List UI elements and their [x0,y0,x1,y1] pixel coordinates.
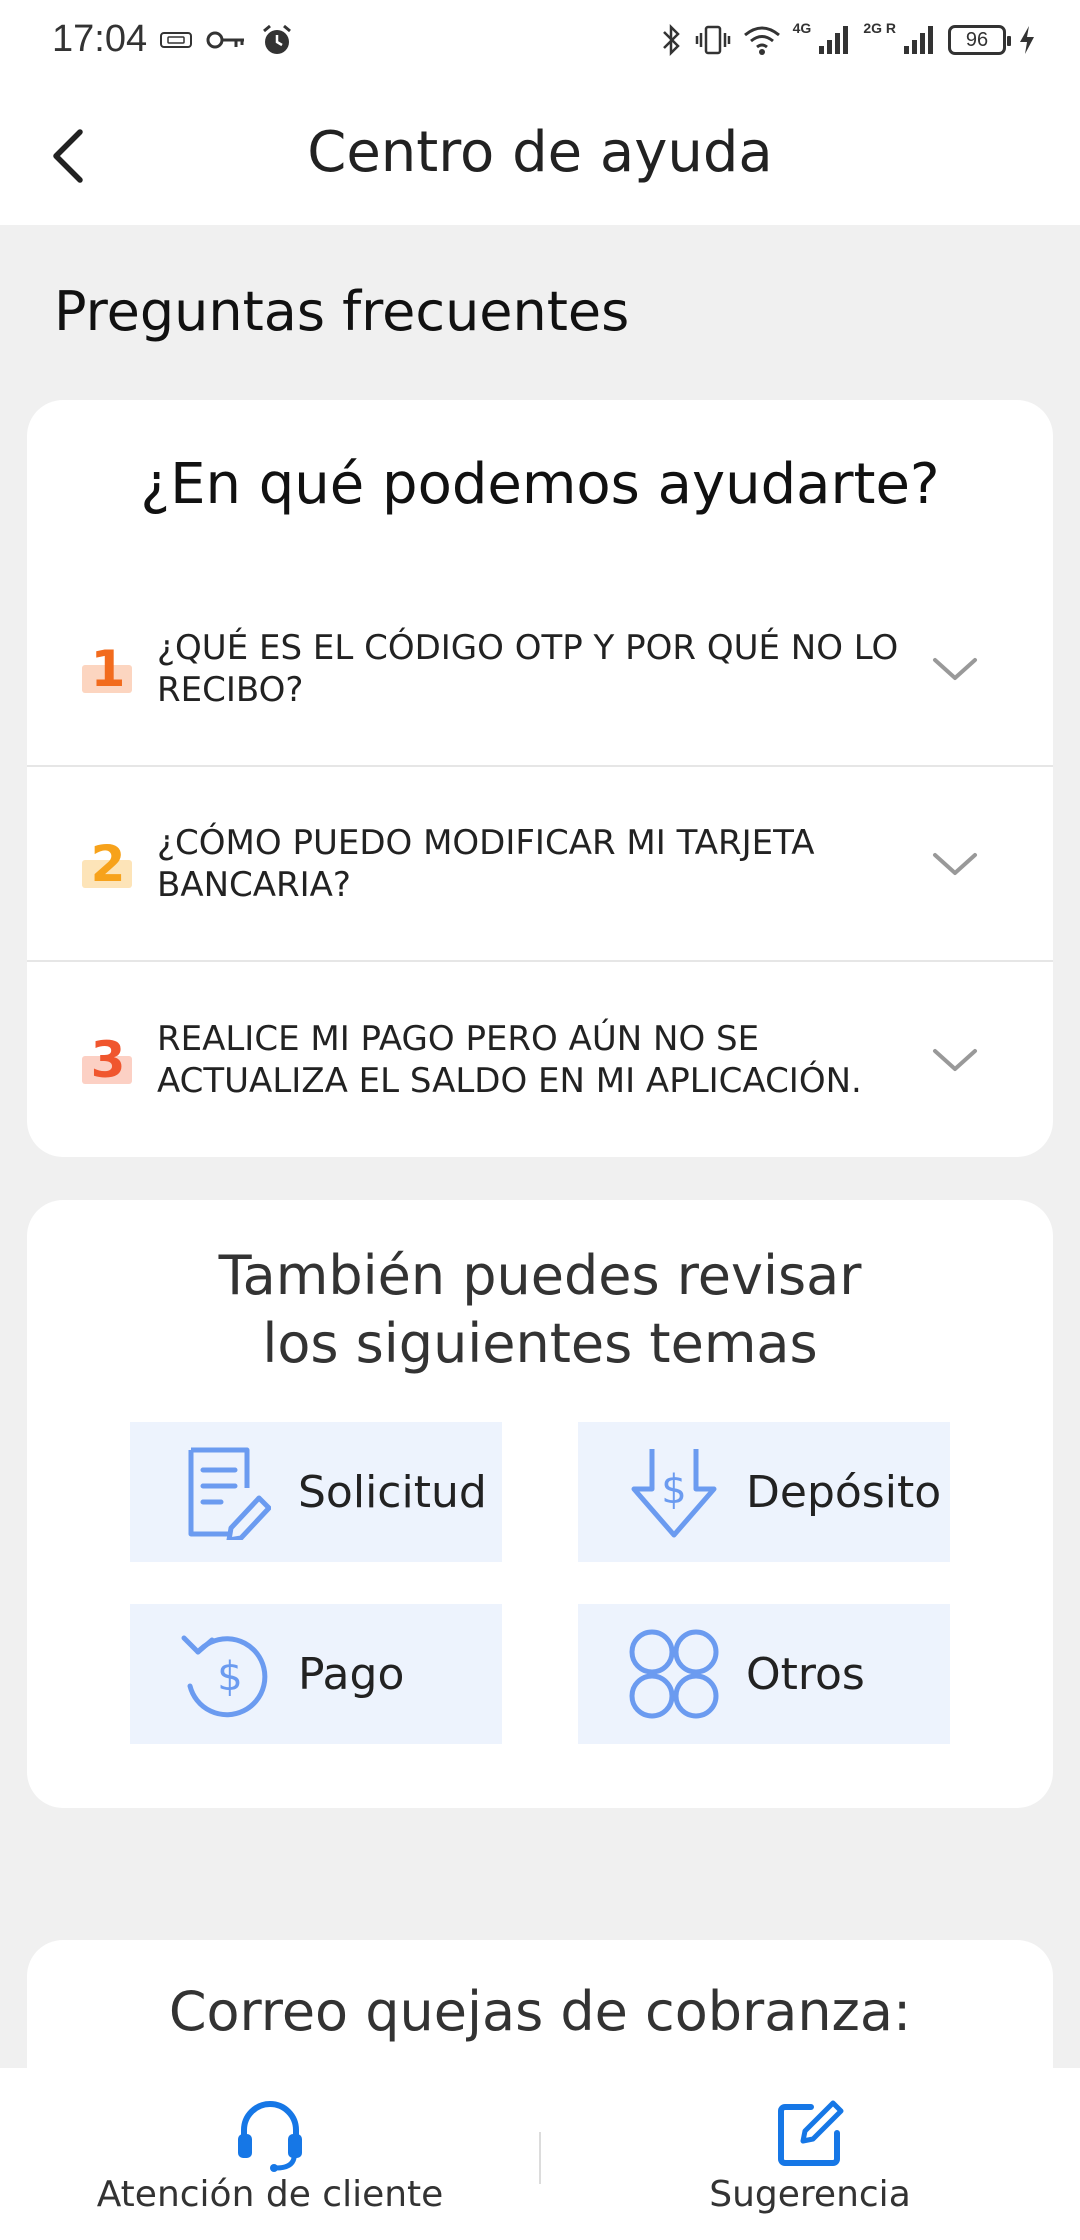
charging-icon [1020,26,1034,54]
svg-text:$: $ [661,1467,686,1513]
faq-question: ¿CÓMO PUEDO MODIFICAR MI TARJETA BANCARI… [157,822,815,905]
payment-refresh-icon: $ [176,1624,276,1724]
topic-solicitud[interactable]: Solicitud [130,1422,502,1562]
faq-card: ¿En qué podemos ayudarte? 1 ¿QUÉ ES EL C… [27,400,1053,1157]
battery-indicator: 96 [948,25,1011,55]
status-time: 17:04 [52,18,148,60]
faq-heading: ¿En qué podemos ayudarte? [140,452,940,517]
faq-number: 3 [90,1030,126,1089]
signal-icon-2 [904,26,933,54]
signal-icon [819,26,849,54]
faq-number: 1 [90,639,126,698]
faq-question: REALICE MI PAGO PERO AÚN NO SE ACTUALIZA… [157,1018,862,1101]
faq-number: 2 [90,834,126,893]
network-2g-label: 2G R [863,20,896,36]
status-bar: 17:04 4G 2G R 96 [0,0,1080,80]
edit-square-icon [770,2094,850,2174]
page-title: Centro de ayuda [307,120,773,185]
faq-section-title: Preguntas frecuentes [54,280,630,343]
wifi-icon [743,26,780,55]
status-icons-left [160,22,294,58]
key-icon [206,31,244,49]
chevron-down-icon[interactable] [931,1036,979,1084]
topics-card: También puedes revisar los siguientes te… [27,1200,1053,1808]
bluetooth-icon [662,23,680,57]
faq-item-3[interactable]: 3 REALICE MI PAGO PERO AÚN NO SE ACTUALI… [27,962,1053,1157]
vibrate-icon [695,25,730,55]
topic-label: Pago [298,1648,405,1700]
faq-item-1[interactable]: 1 ¿QUÉ ES EL CÓDIGO OTP Y POR QUÉ NO LO … [27,572,1053,767]
topic-deposito[interactable]: $ Depósito [578,1422,950,1562]
faq-item-2[interactable]: 2 ¿CÓMO PUEDO MODIFICAR MI TARJETA BANCA… [27,767,1053,962]
chevron-down-icon[interactable] [931,840,979,888]
faq-number-badge: 3 [80,1034,136,1086]
faq-number-badge: 1 [80,643,136,695]
status-icons-right: 4G 2G R 96 [661,20,1036,60]
app-header: Centro de ayuda [0,80,1080,225]
svg-text:$: $ [217,1654,242,1700]
topics-heading: También puedes revisar los siguientes te… [218,1244,862,1375]
suggestion-label: Sugerencia [709,2174,911,2215]
faq-question: ¿QUÉ ES EL CÓDIGO OTP Y POR QUÉ NO LO RE… [157,627,899,710]
headset-icon [230,2094,310,2174]
deposit-arrow-icon: $ [624,1442,724,1542]
sim-card-icon [160,32,192,48]
suggestion-button[interactable]: Sugerencia [540,2068,1080,2240]
topic-pago[interactable]: $ Pago [130,1604,502,1744]
customer-service-button[interactable]: Atención de cliente [0,2068,540,2240]
topic-label: Otros [746,1648,865,1700]
document-edit-icon [176,1442,276,1542]
topic-label: Depósito [746,1466,942,1518]
grid-circles-icon [624,1624,724,1724]
topic-label: Solicitud [298,1466,487,1518]
complaints-mail-heading: Correo quejas de cobranza: [168,1980,912,2043]
customer-service-label: Atención de cliente [96,2174,444,2215]
network-4g-label: 4G [792,20,812,36]
alarm-icon [263,24,291,54]
faq-number-badge: 2 [80,838,136,890]
topic-otros[interactable]: Otros [578,1604,950,1744]
bottom-nav-bar: Atención de cliente Sugerencia [0,2068,1080,2240]
chevron-down-icon[interactable] [931,645,979,693]
